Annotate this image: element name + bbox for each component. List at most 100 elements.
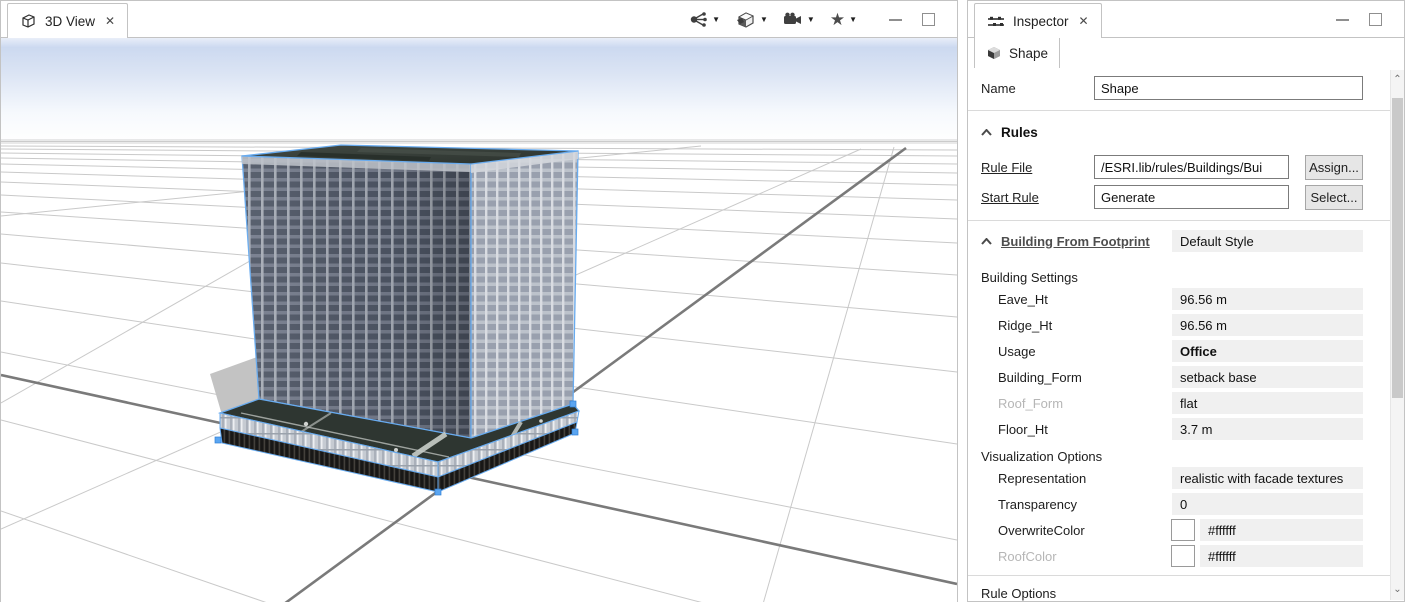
chevron-down-icon: ▼ bbox=[849, 16, 857, 24]
cube-outline-icon bbox=[20, 13, 37, 29]
group-label: Building Settings bbox=[981, 268, 1363, 286]
property-row: Eave_Ht96.56 m bbox=[981, 286, 1363, 312]
scroll-down-icon[interactable]: ⌄ bbox=[1391, 582, 1404, 598]
property-row: Representationrealistic with facade text… bbox=[981, 465, 1363, 491]
bff-rule-link[interactable]: Building From Footprint bbox=[1001, 234, 1172, 249]
color-swatch[interactable] bbox=[1171, 519, 1195, 541]
inspector-subtabbar: Shape bbox=[968, 38, 1404, 68]
separator bbox=[968, 110, 1390, 111]
inspector-panel: Inspector ✕ Shape Name bbox=[967, 0, 1405, 602]
tab-shape[interactable]: Shape bbox=[974, 38, 1060, 68]
property-row: Roof_Formflat bbox=[981, 390, 1363, 416]
selection-handle[interactable] bbox=[435, 489, 441, 495]
scrollbar-thumb[interactable] bbox=[1392, 98, 1403, 398]
property-label: Transparency bbox=[981, 497, 1172, 512]
inspector-content: Name Rules Rule File Assign... Start Rul… bbox=[968, 69, 1390, 601]
rules-section-title: Rules bbox=[1001, 125, 1038, 140]
tower-right-face bbox=[471, 151, 578, 438]
attribute-groups: Building SettingsEave_Ht96.56 mRidge_Ht9… bbox=[981, 268, 1363, 569]
roof-vent bbox=[394, 448, 398, 452]
selection-handle[interactable] bbox=[572, 429, 578, 435]
property-value[interactable]: setback base bbox=[1172, 366, 1363, 388]
select-button[interactable]: Select... bbox=[1305, 185, 1363, 210]
separator bbox=[968, 220, 1390, 221]
scroll-up-icon[interactable]: ⌃ bbox=[1391, 72, 1404, 88]
minimize-icon[interactable] bbox=[1336, 19, 1349, 21]
assign-button[interactable]: Assign... bbox=[1305, 155, 1363, 180]
camera-views-button[interactable]: ▼ bbox=[783, 12, 815, 27]
property-label: Building_Form bbox=[981, 370, 1172, 385]
tab-3d-view[interactable]: 3D View ✕ bbox=[7, 3, 128, 38]
sliders-icon bbox=[987, 14, 1005, 29]
property-value[interactable]: 0 bbox=[1172, 493, 1363, 515]
selection-handle[interactable] bbox=[215, 437, 221, 443]
name-input[interactable] bbox=[1094, 76, 1363, 100]
property-label: Ridge_Ht bbox=[981, 318, 1172, 333]
tower-front-shade bbox=[242, 156, 471, 438]
view-modes-button[interactable]: ▼ bbox=[735, 11, 768, 29]
property-value[interactable]: realistic with facade textures bbox=[1172, 467, 1363, 489]
property-label: Floor_Ht bbox=[981, 422, 1172, 437]
start-rule-input[interactable] bbox=[1094, 185, 1289, 209]
tab-inspector-label: Inspector bbox=[1013, 14, 1069, 29]
property-label: Roof_Form bbox=[981, 396, 1172, 411]
property-value[interactable]: Office bbox=[1172, 340, 1363, 362]
property-value[interactable]: #ffffff bbox=[1200, 545, 1363, 567]
tab-3d-view-label: 3D View bbox=[45, 14, 95, 29]
tab-inspector[interactable]: Inspector ✕ bbox=[974, 3, 1102, 38]
cube-icon bbox=[735, 11, 756, 29]
bookmarks-button[interactable]: ★ ▼ bbox=[830, 11, 857, 28]
property-label: OverwriteColor bbox=[981, 523, 1171, 538]
horizon-band bbox=[1, 139, 957, 144]
vertical-scrollbar[interactable]: ⌃ ⌄ bbox=[1390, 70, 1404, 600]
3d-viewport[interactable] bbox=[1, 38, 957, 602]
star-icon: ★ bbox=[830, 11, 845, 28]
close-icon[interactable]: ✕ bbox=[1079, 14, 1089, 28]
property-row: Building_Formsetback base bbox=[981, 364, 1363, 390]
camera-icon bbox=[783, 12, 803, 27]
chevron-down-icon: ▼ bbox=[712, 16, 720, 24]
property-row: Ridge_Ht96.56 m bbox=[981, 312, 1363, 338]
property-label: Usage bbox=[981, 344, 1172, 359]
style-value[interactable]: Default Style bbox=[1172, 230, 1363, 252]
chevron-down-icon: ▼ bbox=[807, 16, 815, 24]
rule-options-label: Rule Options bbox=[981, 584, 1363, 601]
property-value[interactable]: 96.56 m bbox=[1172, 314, 1363, 336]
separator bbox=[968, 575, 1390, 576]
property-label: Representation bbox=[981, 471, 1172, 486]
property-label: Eave_Ht bbox=[981, 292, 1172, 307]
inspector-tabbar: Inspector ✕ bbox=[968, 1, 1404, 38]
start-rule-row: Start Rule Select... bbox=[981, 183, 1363, 211]
property-value[interactable]: flat bbox=[1172, 392, 1363, 414]
3d-view-tabbar: 3D View ✕ ▼ bbox=[1, 1, 957, 38]
chevron-down-icon: ▼ bbox=[760, 16, 768, 24]
shape-cube-icon bbox=[986, 45, 1002, 61]
property-row: Transparency0 bbox=[981, 491, 1363, 517]
rule-file-input[interactable] bbox=[1094, 155, 1289, 179]
property-value[interactable]: 96.56 m bbox=[1172, 288, 1363, 310]
viewport-toolbar: ▼ ▼ bbox=[689, 1, 857, 38]
color-swatch[interactable] bbox=[1171, 545, 1195, 567]
inspector-window-buttons bbox=[1336, 1, 1382, 38]
rule-file-link[interactable]: Rule File bbox=[981, 160, 1094, 175]
property-value[interactable]: #ffffff bbox=[1200, 519, 1363, 541]
3d-scene bbox=[1, 38, 957, 602]
close-icon[interactable]: ✕ bbox=[105, 14, 115, 28]
roof-vent bbox=[304, 422, 308, 426]
maximize-icon[interactable] bbox=[1369, 13, 1382, 26]
building-3d[interactable] bbox=[215, 145, 579, 495]
start-rule-link[interactable]: Start Rule bbox=[981, 190, 1094, 205]
sky bbox=[1, 38, 957, 142]
selection-handle[interactable] bbox=[570, 401, 576, 407]
group-label: Visualization Options bbox=[981, 447, 1363, 465]
rules-section-header[interactable]: Rules bbox=[981, 122, 1363, 143]
property-value[interactable]: 3.7 m bbox=[1172, 418, 1363, 440]
property-row: UsageOffice bbox=[981, 338, 1363, 364]
maximize-icon[interactable] bbox=[922, 13, 935, 26]
property-row: RoofColor#ffffff bbox=[981, 543, 1363, 569]
roof-vent bbox=[539, 419, 543, 423]
minimize-icon[interactable] bbox=[889, 19, 902, 21]
scene-nodes-button[interactable]: ▼ bbox=[689, 11, 720, 28]
collapse-chevron-icon bbox=[981, 129, 992, 136]
3d-view-window-buttons bbox=[889, 1, 935, 38]
